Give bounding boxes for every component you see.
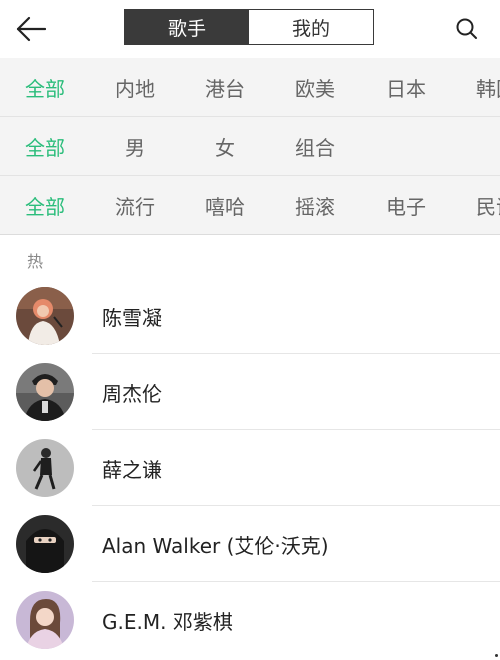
back-button[interactable]	[14, 12, 48, 46]
singer-row[interactable]: G.E.M. 邓紫棋	[0, 582, 500, 658]
singer-name: G.E.M. 邓紫棋	[102, 609, 233, 634]
singer-name: Alan Walker (艾伦·沃克)	[102, 533, 329, 558]
search-icon	[456, 18, 477, 39]
filter-row-region: 全部 内地 港台 欧美 日本 韩国	[0, 58, 500, 117]
filter-genre-rock[interactable]: 摇滚	[270, 176, 360, 234]
filter-gender-male[interactable]: 男	[90, 117, 180, 175]
avatar	[16, 287, 74, 345]
filter-gender-all[interactable]: 全部	[0, 117, 90, 175]
segmented-control: 歌手 我的	[124, 9, 374, 45]
tab-singers[interactable]: 歌手	[125, 10, 249, 44]
tab-mine[interactable]: 我的	[249, 10, 373, 44]
filter-region-all[interactable]: 全部	[0, 58, 90, 116]
filter-region-japan[interactable]: 日本	[361, 58, 451, 116]
filter-genre-all[interactable]: 全部	[0, 176, 90, 234]
filter-region-western[interactable]: 欧美	[270, 58, 360, 116]
singer-list: 陈雪凝 周杰伦 薛之谦 Alan Walker (艾伦·沃克) G.E.M. 邓…	[0, 278, 500, 658]
filter-genre-electronic[interactable]: 电子	[361, 176, 451, 234]
filter-genre-pop[interactable]: 流行	[90, 176, 180, 234]
singer-row[interactable]: 周杰伦	[0, 354, 500, 430]
singer-name: 周杰伦	[102, 381, 162, 406]
arrow-left-icon	[16, 16, 46, 42]
filter-gender-group[interactable]: 组合	[270, 117, 360, 175]
filter-region-mainland[interactable]: 内地	[90, 58, 180, 116]
singer-row[interactable]: Alan Walker (艾伦·沃克)	[0, 506, 500, 582]
search-button[interactable]	[450, 12, 484, 46]
singer-name: 陈雪凝	[102, 305, 162, 330]
filter-genre-folk[interactable]: 民谣	[451, 176, 500, 234]
singer-row[interactable]: 陈雪凝	[0, 278, 500, 354]
singer-name: 薛之谦	[102, 457, 162, 482]
avatar	[16, 439, 74, 497]
avatar	[16, 363, 74, 421]
filter-genre-hiphop[interactable]: 嘻哈	[180, 176, 270, 234]
filter-region-hk-tw[interactable]: 港台	[180, 58, 270, 116]
filter-gender-female[interactable]: 女	[180, 117, 270, 175]
avatar	[16, 591, 74, 649]
singer-row[interactable]: 薛之谦	[0, 430, 500, 506]
top-bar: 歌手 我的	[0, 0, 500, 58]
avatar	[16, 515, 74, 573]
section-label-hot: 热	[27, 252, 44, 271]
scroll-indicator	[495, 654, 498, 657]
filter-row-genre: 全部 流行 嘻哈 摇滚 电子 民谣	[0, 176, 500, 235]
filter-row-gender: 全部 男 女 组合	[0, 117, 500, 176]
filter-region-korea[interactable]: 韩国	[451, 58, 500, 116]
filter-panel: 全部 内地 港台 欧美 日本 韩国 全部 男 女 组合 全部 流行 嘻哈 摇滚 …	[0, 58, 500, 235]
